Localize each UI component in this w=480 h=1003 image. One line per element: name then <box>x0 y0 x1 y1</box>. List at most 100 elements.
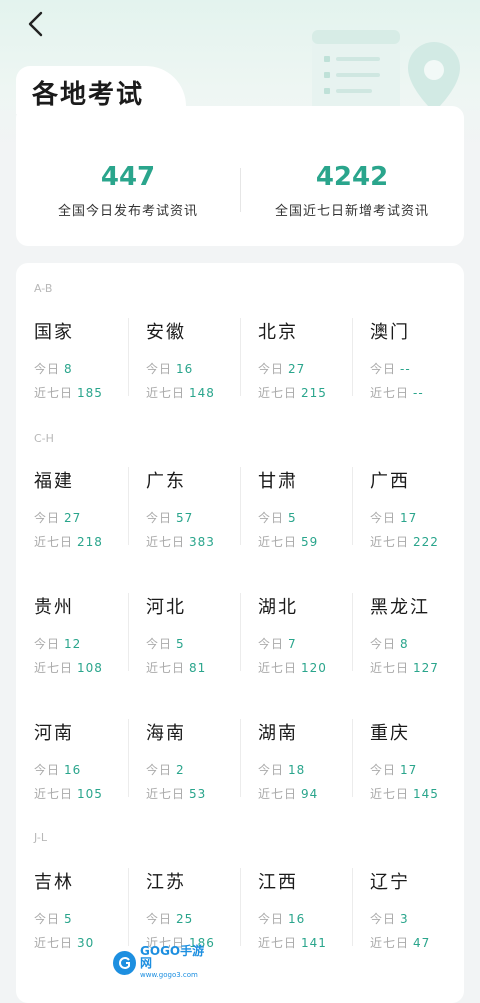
region-item[interactable]: 辽宁今日 3 近七日 47 <box>352 868 464 958</box>
region-item[interactable]: 北京 今日 27 近七日 215 <box>240 318 352 408</box>
region-item[interactable]: 广西 今日 17 近七日 222 <box>352 467 464 557</box>
week-caption: 近七日 <box>258 661 298 675</box>
today-value: 57 <box>176 511 194 525</box>
week-value: 53 <box>189 787 207 801</box>
week-caption: 近七日 <box>34 787 74 801</box>
region-week: 近七日 47 <box>370 934 430 951</box>
region-today: 今日 8 <box>34 360 73 377</box>
region-item[interactable]: 河南今日 16 近七日 105 <box>16 719 128 809</box>
region-item[interactable]: 吉林 今日 5 近七日 30 <box>16 868 128 958</box>
region-name: 海南 <box>146 723 186 744</box>
page-title: 各地考试 <box>32 80 145 110</box>
week-value: 120 <box>301 661 327 675</box>
region-item[interactable]: 甘肃 今日 5 近七日 59 <box>240 467 352 557</box>
region-item[interactable]: 国家 今日 8 近七日 185 <box>16 318 128 408</box>
today-label: 全国今日发布考试资讯 <box>57 204 198 219</box>
region-today: 今日 3 <box>370 910 409 927</box>
region-week: 近七日 222 <box>370 533 439 550</box>
week-caption: 近七日 <box>258 787 298 801</box>
region-today: 今日 -- <box>370 360 411 377</box>
region-name: 辽宁 <box>370 872 410 893</box>
region-week: 近七日 383 <box>146 533 215 550</box>
region-item[interactable]: 湖南今日 18 近七日 94 <box>240 719 352 809</box>
region-name: 国家 <box>34 322 74 343</box>
region-item[interactable]: 安徽 今日 16 近七日 148 <box>128 318 240 408</box>
week-label: 全国近七日新增考试资讯 <box>274 204 429 219</box>
region-item[interactable]: 江西 今日 16 近七日 141 <box>240 868 352 958</box>
week-value: 145 <box>413 787 439 801</box>
today-caption: 今日 <box>370 362 397 376</box>
week-caption: 近七日 <box>370 661 410 675</box>
region-name: 重庆 <box>370 723 410 744</box>
region-week: 近七日 94 <box>258 785 318 802</box>
today-value: 2 <box>176 763 185 777</box>
today-value: 12 <box>64 637 82 651</box>
section-label-j-l: J-L <box>34 831 47 844</box>
back-button[interactable] <box>18 6 54 42</box>
section-label-a-b: A-B <box>34 282 53 295</box>
region-name: 湖北 <box>258 597 298 618</box>
today-value: 7 <box>288 637 297 651</box>
week-caption: 近七日 <box>34 661 74 675</box>
region-item[interactable]: 福建 今日 27 近七日 218 <box>16 467 128 557</box>
region-item[interactable]: 海南 今日 2 近七日 53 <box>128 719 240 809</box>
today-value: 18 <box>288 763 306 777</box>
region-today: 今日 17 <box>370 761 417 778</box>
region-today: 今日 7 <box>258 635 297 652</box>
region-item[interactable]: 贵州 今日 12 近七日 108 <box>16 593 128 683</box>
region-today: 今日 27 <box>34 509 81 526</box>
today-caption: 今日 <box>258 637 285 651</box>
today-caption: 今日 <box>370 763 397 777</box>
today-value: -- <box>400 362 411 376</box>
today-caption: 今日 <box>258 511 285 525</box>
region-today: 今日 2 <box>146 761 185 778</box>
region-today: 今日 25 <box>146 910 193 927</box>
watermark-brand: GOGO手游网 <box>140 944 205 970</box>
week-caption: 近七日 <box>370 535 410 549</box>
today-stat[interactable]: 447 全国今日发布考试资讯 <box>16 160 240 220</box>
gogo-logo-icon <box>113 951 137 975</box>
today-value: 27 <box>64 511 82 525</box>
today-caption: 今日 <box>146 511 173 525</box>
week-caption: 近七日 <box>370 787 410 801</box>
today-value: 5 <box>64 912 73 926</box>
today-caption: 今日 <box>370 637 397 651</box>
today-caption: 今日 <box>370 912 397 926</box>
region-item[interactable]: 河北 今日 5 近七日 81 <box>128 593 240 683</box>
week-value: 105 <box>77 787 103 801</box>
watermark-site: www.gogo3.com <box>140 971 198 979</box>
region-item[interactable]: 黑龙江 今日 8 近七日 127 <box>352 593 464 683</box>
region-today: 今日 57 <box>146 509 193 526</box>
today-value: 8 <box>400 637 409 651</box>
region-today: 今日 16 <box>258 910 305 927</box>
today-value: 27 <box>288 362 306 376</box>
region-name: 江苏 <box>146 872 186 893</box>
region-item[interactable]: 重庆今日 17 近七日 145 <box>352 719 464 809</box>
week-caption: 近七日 <box>146 535 186 549</box>
week-stat[interactable]: 4242 全国近七日新增考试资讯 <box>240 160 464 220</box>
today-caption: 今日 <box>34 637 61 651</box>
region-today: 今日 5 <box>34 910 73 927</box>
today-value: 17 <box>400 763 418 777</box>
region-today: 今日 8 <box>370 635 409 652</box>
region-name: 湖南 <box>258 723 298 744</box>
region-name: 河南 <box>34 723 74 744</box>
region-item[interactable]: 湖北今日 7 近七日 120 <box>240 593 352 683</box>
week-value: 108 <box>77 661 103 675</box>
region-week: 近七日 141 <box>258 934 327 951</box>
today-caption: 今日 <box>34 763 61 777</box>
region-item[interactable]: 澳门 今日 -- 近七日 -- <box>352 318 464 408</box>
region-item[interactable]: 广东 今日 57 近七日 383 <box>128 467 240 557</box>
week-value: 222 <box>413 535 439 549</box>
region-today: 今日 16 <box>34 761 81 778</box>
region-today: 今日 5 <box>146 635 185 652</box>
today-value: 16 <box>176 362 194 376</box>
region-today: 今日 5 <box>258 509 297 526</box>
today-caption: 今日 <box>258 362 285 376</box>
week-caption: 近七日 <box>258 386 298 400</box>
region-name: 安徽 <box>146 322 186 343</box>
week-value: -- <box>413 386 424 400</box>
region-today: 今日 18 <box>258 761 305 778</box>
week-caption: 近七日 <box>370 936 410 950</box>
region-name: 澳门 <box>370 322 410 343</box>
